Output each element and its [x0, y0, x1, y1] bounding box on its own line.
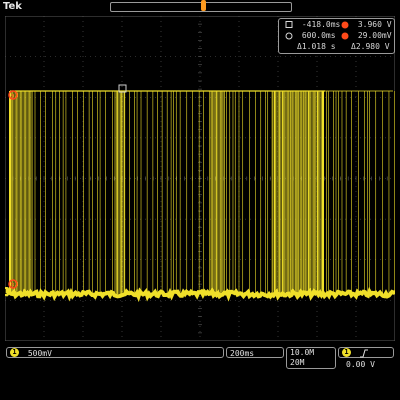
- cursor-a-volt: 3.960 V: [357, 20, 392, 29]
- cursor-a-time: -418.0ms: [301, 20, 341, 29]
- ch1-ground-label: 1: [5, 288, 7, 296]
- cursor-a-volt-row: 3.960 V: [341, 20, 392, 30]
- record-length-value: 20M: [290, 358, 305, 367]
- waveform-display[interactable]: a b 1: [5, 16, 395, 341]
- ch1-scale-value: 500mV: [27, 349, 52, 358]
- ch1-badge-icon: 1: [10, 348, 19, 357]
- delta-volt: Δ2.980 V: [351, 42, 390, 51]
- delta-time: Δ1.018 s: [297, 42, 336, 51]
- cursor-a-marker-icon: [341, 21, 349, 28]
- cursor-b-marker-icon: [341, 32, 349, 39]
- cursor-b-time: 600.0ms: [301, 31, 336, 40]
- ch1-scale-box[interactable]: 1 500mV: [6, 347, 224, 358]
- rising-edge-icon: [359, 349, 368, 358]
- delta-volt-row: Δ2.980 V: [351, 42, 390, 52]
- bottom-settings-bar: 1 500mV 200ms 10.0M 20M 1 0.00 V: [0, 344, 400, 370]
- cursor-b-label: b: [11, 282, 15, 289]
- cursor-b-circle-icon: [285, 32, 293, 39]
- timebase-box[interactable]: 200ms: [226, 347, 284, 358]
- cursor-a-label: a: [11, 93, 15, 100]
- trigger-source-badge-icon: 1: [342, 348, 351, 357]
- cursor-b-volt: 29.00mV: [357, 31, 392, 40]
- waveform-baseline: [5, 286, 395, 303]
- cursor-a-square-icon: [285, 20, 293, 28]
- bottom-blank-strip: [0, 372, 400, 400]
- acquisition-box[interactable]: 10.0M 20M: [286, 347, 336, 369]
- sample-rate-value: 10.0M: [290, 348, 315, 357]
- cursor-readout-panel: -418.0ms 3.960 V 600.0ms 29.00mV Δ1.018 …: [278, 18, 395, 54]
- timebase-value: 200ms: [230, 349, 255, 358]
- trigger-position-marker[interactable]: [201, 0, 206, 11]
- trigger-box[interactable]: 1 0.00 V: [338, 347, 394, 369]
- cursor-a-time-row: -418.0ms: [285, 20, 340, 30]
- delta-time-row: Δ1.018 s: [297, 42, 336, 52]
- cursor-b-volt-row: 29.00mV: [341, 31, 392, 41]
- trigger-level-value: 0.00 V: [346, 360, 375, 369]
- cursor-b-time-row: 600.0ms: [285, 31, 336, 41]
- top-status-bar: Tek: [0, 0, 400, 16]
- brand-logo: Tek: [3, 1, 22, 12]
